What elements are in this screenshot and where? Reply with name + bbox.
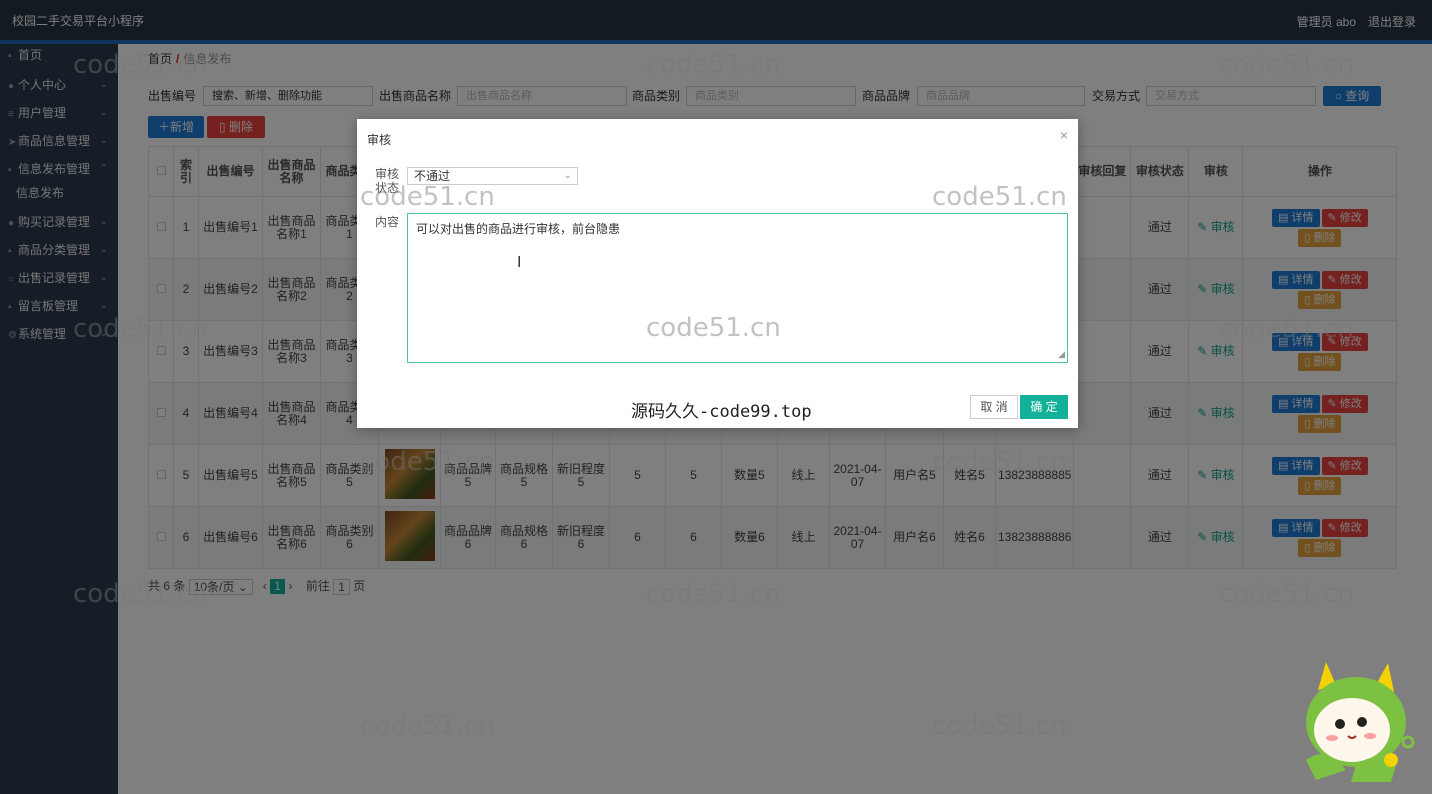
watermark: code51.cn (1219, 314, 1354, 344)
chevron-down-icon: ⌄ (563, 170, 572, 181)
watermark: code51.cn (73, 579, 208, 609)
watermark: code51.cn (932, 182, 1067, 212)
watermark: code51.cn (73, 50, 208, 80)
content-label: 内容 (375, 215, 400, 229)
confirm-button[interactable]: 确 定 (1020, 395, 1068, 419)
status-select-value: 不通过 (414, 169, 451, 183)
watermark: code51.cn (1219, 579, 1354, 609)
watermark: code51.cn (360, 447, 495, 477)
watermark: code51.cn (360, 182, 495, 212)
audit-dialog: 审核 × 审核状态 不通过 ⌄ 内容 可以对出售的商品进行审核，前台隐患 ◢ I c… (357, 119, 1078, 428)
dialog-title: 审核 (367, 133, 392, 147)
footer-note: 源码久久-code99.top (631, 402, 812, 422)
watermark: code51.cn (646, 313, 781, 343)
watermark: code51.cn (932, 447, 1067, 477)
watermark: code51.cn (646, 50, 781, 80)
resize-handle-icon[interactable]: ◢ (1058, 349, 1065, 360)
close-icon[interactable]: × (1060, 127, 1068, 143)
cancel-button[interactable]: 取 消 (970, 395, 1018, 419)
watermark: code51.cn (646, 579, 781, 609)
text-cursor-icon: I (517, 254, 522, 271)
watermark: code51.cn (73, 314, 208, 344)
watermark: code51.cn (360, 711, 495, 741)
content-text: 可以对出售的商品进行审核，前台隐患 (416, 222, 621, 236)
watermark: code51.cn (932, 711, 1067, 741)
watermark: code51.cn (1219, 50, 1354, 80)
mascot-logo (1306, 662, 1415, 782)
